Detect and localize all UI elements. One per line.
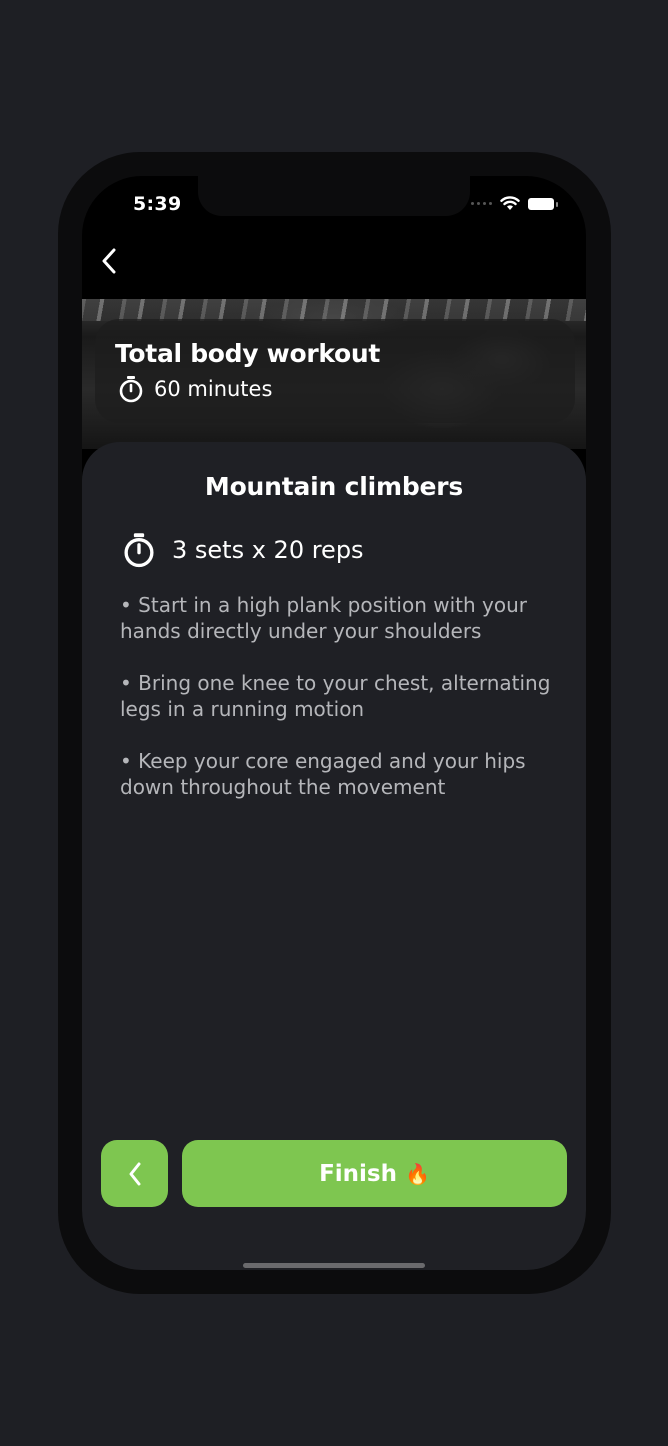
status-icons <box>471 196 558 211</box>
finish-button-label: Finish <box>319 1160 397 1187</box>
phone-screen: 5:39 Total body workout 60 minutes Mount… <box>82 176 586 1270</box>
status-time: 5:39 <box>133 193 182 215</box>
workout-duration-text: 60 minutes <box>154 377 273 401</box>
instruction-item: • Keep your core engaged and your hips d… <box>120 749 526 799</box>
back-button[interactable] <box>92 244 126 278</box>
home-indicator[interactable] <box>243 1263 425 1268</box>
stopwatch-icon <box>124 533 154 568</box>
sets-reps-text: 3 sets x 20 reps <box>172 536 364 564</box>
previous-exercise-button[interactable] <box>101 1140 168 1207</box>
notch <box>198 176 470 216</box>
finish-button[interactable]: Finish 🔥 <box>182 1140 567 1207</box>
signal-dots-icon <box>471 202 492 205</box>
chevron-left-icon <box>129 1162 140 1185</box>
fire-icon: 🔥 <box>405 1161 430 1186</box>
exercise-name: Mountain climbers <box>204 472 464 501</box>
workout-title-card <box>95 319 575 423</box>
sets-reps: 3 sets x 20 reps <box>122 532 364 568</box>
chevron-left-icon <box>102 248 116 274</box>
instruction-item: • Bring one knee to your chest, alternat… <box>120 671 551 721</box>
stopwatch-icon <box>119 376 143 403</box>
workout-duration: 60 minutes <box>118 375 272 403</box>
hero-image-texture <box>82 299 586 321</box>
exercise-instructions: • Start in a high plank position with yo… <box>120 592 560 826</box>
instruction-item: • Start in a high plank position with yo… <box>120 593 527 643</box>
battery-icon <box>528 197 558 210</box>
wifi-icon <box>500 196 520 210</box>
workout-title: Total body workout <box>115 339 381 368</box>
